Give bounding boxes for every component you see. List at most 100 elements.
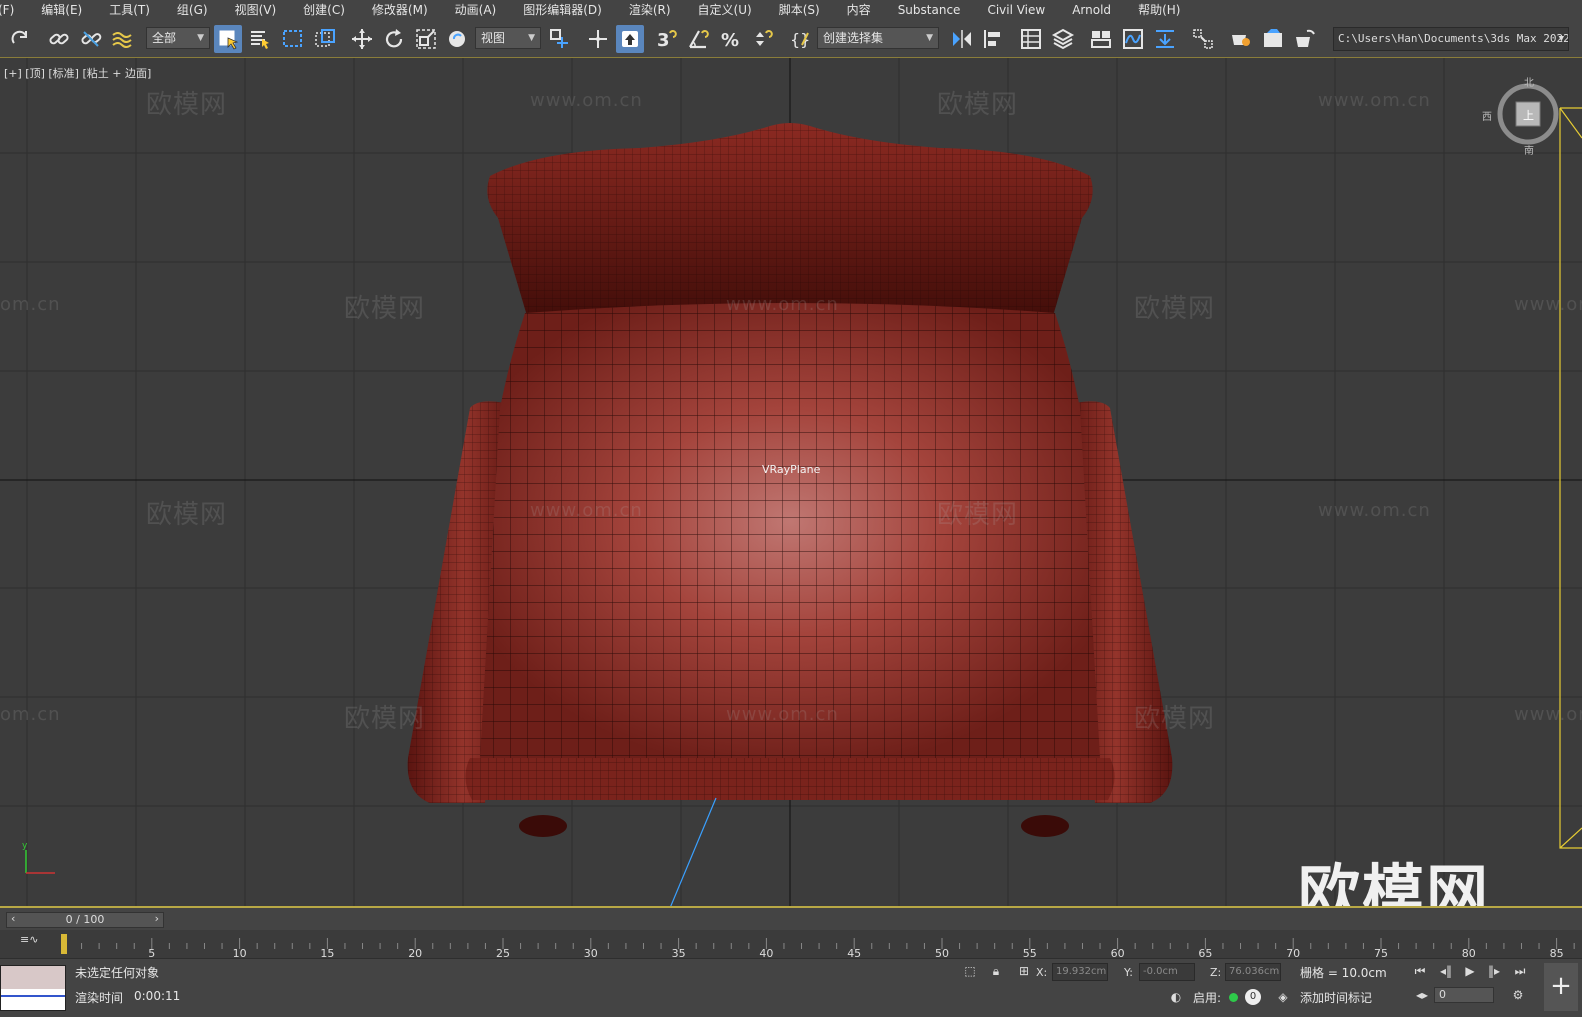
go-to-end-icon[interactable]: ⏭ — [1512, 963, 1528, 979]
grid-spacing: 栅格 = 10.0cm — [1300, 966, 1387, 980]
watermark-url: www.om.cn — [1514, 704, 1582, 725]
bind-space-warp-icon[interactable] — [108, 25, 136, 53]
play-icon[interactable]: ▶ — [1462, 963, 1478, 979]
move-icon[interactable] — [348, 25, 376, 53]
timeline-tick-label: 75 — [1374, 947, 1388, 958]
view-cube-north[interactable]: 北 — [1524, 74, 1534, 89]
menu-item[interactable]: 内容 — [833, 0, 884, 20]
viewport-scene: y — [0, 58, 1582, 906]
scene-explorer-icon[interactable] — [1017, 25, 1045, 53]
view-cube-top-face[interactable]: 上 — [1523, 107, 1534, 123]
current-frame-field[interactable]: 0 — [1434, 987, 1494, 1003]
named-selection-set-value: 创建选择集 — [823, 31, 884, 45]
place-icon[interactable] — [444, 25, 472, 53]
mini-curve-editor-icon[interactable]: ≡∿ — [20, 933, 38, 946]
top-viewport[interactable]: y [+] [顶] [标准] [粘土 + 边面] 欧模网 www.om.cn 欧… — [0, 58, 1582, 908]
render-setup-icon[interactable] — [1227, 25, 1255, 53]
enable-status-dot[interactable] — [1229, 993, 1238, 1002]
chevron-down-icon: ▼ — [1558, 34, 1564, 44]
menu-item[interactable]: 创建(C) — [289, 0, 358, 20]
angle-snap-icon[interactable] — [684, 25, 712, 53]
isolate-selection-icon[interactable]: ⬚ — [962, 963, 978, 979]
select-manipulate-icon[interactable] — [584, 25, 612, 53]
view-cube-south[interactable]: 南 — [1524, 142, 1534, 157]
adaptive-degradation-icon[interactable]: ◐ — [1168, 989, 1184, 1005]
scale-icon[interactable] — [412, 25, 440, 53]
named-selection-set-dropdown[interactable]: 创建选择集 ▼ — [817, 27, 939, 49]
timeline-tick-label: 5 — [148, 947, 155, 958]
menu-item[interactable]: (F) — [0, 0, 27, 20]
key-mode-icon[interactable]: ◂▸ — [1414, 987, 1430, 1003]
spinner-snap-icon[interactable] — [748, 25, 776, 53]
menu-item[interactable]: 组(G) — [163, 0, 221, 20]
menu-item[interactable]: Arnold — [1058, 0, 1124, 20]
y-coordinate-field[interactable]: -0.0cm — [1139, 963, 1195, 981]
absolute-mode-icon[interactable]: ⊞ — [1016, 963, 1032, 979]
toggle-ribbon-icon[interactable] — [1087, 25, 1115, 53]
window-crossing-icon[interactable] — [311, 25, 339, 53]
selection-filter-dropdown[interactable]: 全部 ▼ — [146, 27, 210, 49]
watermark: 欧模网 — [146, 90, 228, 120]
menu-item[interactable]: 工具(T) — [95, 0, 163, 20]
view-cube[interactable]: 北 南 西 上 — [1482, 78, 1562, 157]
add-time-tag-label[interactable]: 添加时间标记 — [1300, 989, 1372, 1006]
material-editor-icon[interactable] — [1189, 25, 1217, 53]
keyboard-shortcut-override-icon[interactable] — [616, 25, 644, 53]
timeline-tick-label: 10 — [233, 947, 247, 958]
viewport-label[interactable]: [+] [顶] [标准] [粘土 + 边面] — [4, 65, 151, 81]
layer-explorer-icon[interactable] — [1049, 25, 1077, 53]
link-icon[interactable] — [45, 25, 73, 53]
track-bar[interactable]: 5 10 15 20 25 30 35 40 45 50 55 60 65 70 75 80 85 ≡∿ — [0, 930, 1582, 958]
curve-editor-icon[interactable] — [1119, 25, 1147, 53]
watermark-url: www.om.cn — [1318, 90, 1431, 111]
chevron-right-icon[interactable]: › — [155, 912, 159, 925]
selection-lock-icon[interactable]: 🔒︎ — [988, 963, 1004, 979]
watermark-url: om.cn — [0, 294, 61, 315]
redo-icon[interactable] — [6, 25, 34, 53]
menu-item[interactable]: 图形编辑器(D) — [509, 0, 615, 20]
snaps-toggle-icon[interactable]: 3 — [652, 25, 680, 53]
project-path-field[interactable]: C:\Users\Han\Documents\3ds Max 2022 ▼ — [1333, 27, 1569, 51]
menu-item[interactable]: 修改器(M) — [358, 0, 441, 20]
percent-snap-icon[interactable]: % — [716, 25, 744, 53]
menu-item[interactable]: 脚本(S) — [765, 0, 833, 20]
vray-plane-edge — [670, 797, 717, 906]
time-slider[interactable]: ‹ 0 / 100 › — [6, 912, 164, 928]
unlink-icon[interactable] — [77, 25, 105, 53]
menu-item[interactable]: 编辑(E) — [27, 0, 95, 20]
next-frame-icon[interactable]: ‖▸ — [1486, 963, 1502, 979]
rotate-icon[interactable] — [380, 25, 408, 53]
watermark: 欧模网 — [344, 704, 426, 734]
go-to-start-icon[interactable]: ⏮ — [1412, 963, 1428, 979]
edit-named-selection-icon[interactable]: {} — [786, 25, 814, 53]
x-coordinate-field[interactable]: 19.932cm — [1052, 963, 1108, 981]
rectangular-selection-icon[interactable] — [279, 25, 307, 53]
align-icon[interactable] — [979, 25, 1007, 53]
pivot-center-icon[interactable] — [546, 25, 574, 53]
menu-item[interactable]: 帮助(H) — [1124, 0, 1193, 20]
add-icon[interactable]: + — [1544, 963, 1578, 1011]
previous-frame-icon[interactable]: ◂‖ — [1438, 963, 1454, 979]
menu-item[interactable]: Substance — [884, 0, 974, 20]
menu-item[interactable]: 视图(V) — [221, 0, 290, 20]
time-configuration-icon[interactable]: ⚙ — [1510, 987, 1526, 1003]
time-tag-icon[interactable]: ◈ — [1275, 989, 1291, 1005]
reference-coordinate-dropdown[interactable]: 视图 ▼ — [475, 27, 541, 49]
current-frame-marker — [61, 934, 67, 954]
watermark-url: www.om.cn — [530, 90, 643, 111]
svg-text:y: y — [22, 841, 28, 851]
view-cube-west[interactable]: 西 — [1482, 108, 1492, 123]
maxscript-mini-listener[interactable] — [0, 965, 66, 1011]
menu-item[interactable]: 自定义(U) — [684, 0, 765, 20]
render-production-icon[interactable] — [1291, 25, 1319, 53]
mirror-icon[interactable] — [948, 25, 976, 53]
menu-item[interactable]: Civil View — [973, 0, 1058, 20]
chevron-down-icon: ▼ — [197, 33, 204, 43]
schematic-view-icon[interactable] — [1151, 25, 1179, 53]
z-coordinate-field[interactable]: 76.036cm — [1225, 963, 1281, 981]
rendered-frame-window-icon[interactable] — [1259, 25, 1287, 53]
select-object-icon[interactable] — [214, 25, 242, 53]
menu-item[interactable]: 渲染(R) — [615, 0, 684, 20]
menu-item[interactable]: 动画(A) — [441, 0, 510, 20]
select-by-name-icon[interactable] — [246, 25, 274, 53]
